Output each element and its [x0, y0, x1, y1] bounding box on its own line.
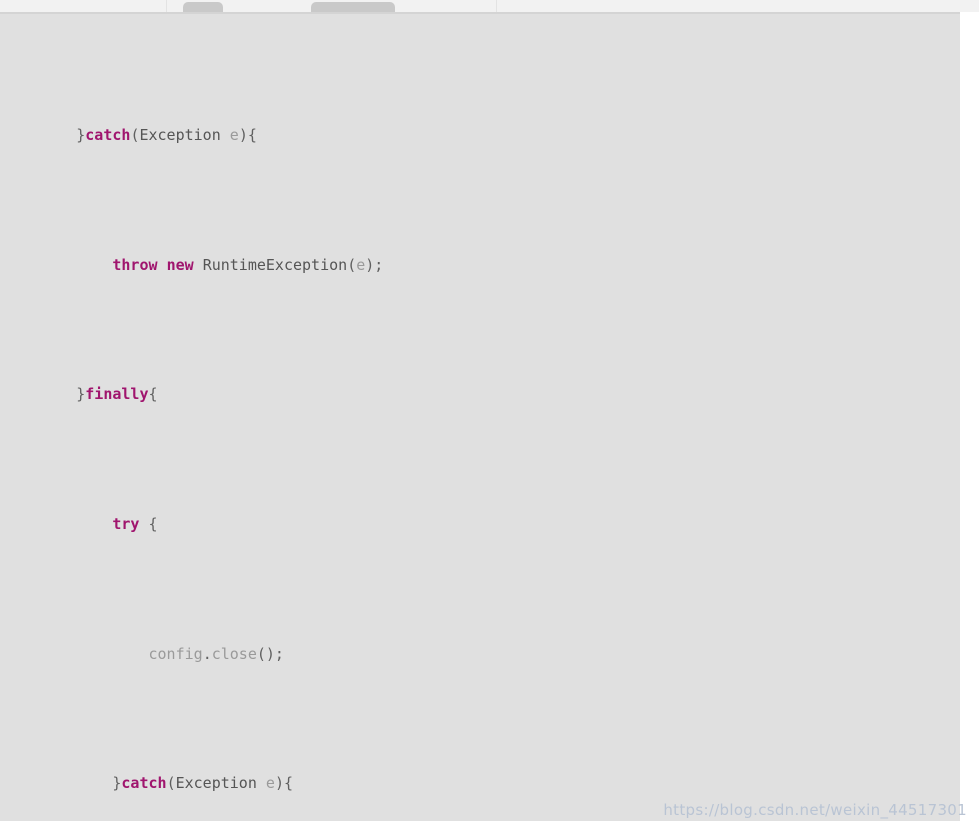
token-punct: (); [256, 644, 284, 663]
token-punct: ( [347, 255, 357, 274]
token-brace: } [76, 126, 86, 145]
code-line: throw new RuntimeException(e); [0, 249, 960, 281]
token-keyword-try: try [112, 515, 140, 534]
token-punct: ){ [238, 126, 257, 145]
token-type-exception: Exception [139, 126, 221, 145]
token-brace: } [76, 385, 86, 404]
code-line: }catch(Exception e){ [0, 767, 960, 799]
toolbar-divider-right [496, 0, 497, 12]
token-type-exception: Exception [175, 774, 257, 793]
token-keyword-new: new [166, 255, 194, 274]
code-block[interactable]: }catch(Exception e){ throw new RuntimeEx… [0, 12, 960, 821]
token-type-runtimeexception: RuntimeException [202, 255, 348, 274]
code-line: }catch(Exception e){ [0, 119, 960, 151]
token-punct: . [202, 644, 212, 663]
toolbar-divider-left [166, 0, 167, 12]
toolbar-button-1[interactable] [183, 2, 223, 12]
token-keyword-throw: throw [112, 255, 158, 274]
token-punct: ){ [274, 774, 293, 793]
toolbar-strip [0, 0, 979, 12]
token-punct: { [148, 385, 158, 404]
token-keyword-catch: catch [85, 126, 131, 145]
token-punct: ); [365, 255, 384, 274]
code-lines: }catch(Exception e){ throw new RuntimeEx… [0, 22, 960, 821]
token-var-e: e [356, 255, 366, 274]
token-keyword-finally: finally [85, 385, 149, 404]
token-var-e: e [229, 126, 239, 145]
code-line: }finally{ [0, 378, 960, 410]
token-keyword-catch: catch [121, 774, 167, 793]
code-line: config.close(); [0, 638, 960, 670]
token-var-e: e [265, 774, 275, 793]
token-method-close: close [211, 644, 257, 663]
code-line: try { [0, 508, 960, 540]
toolbar-button-2[interactable] [311, 2, 395, 12]
token-punct: ( [166, 774, 176, 793]
token-punct: { [148, 515, 158, 534]
token-var-config: config [148, 644, 203, 663]
